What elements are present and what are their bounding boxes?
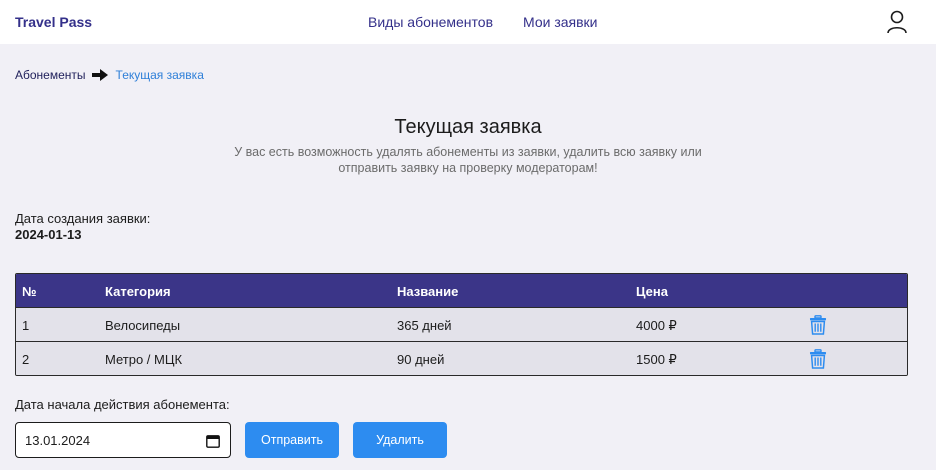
row-price: 4000 ₽ <box>636 318 677 333</box>
column-category: Категория <box>105 284 171 299</box>
table-header: № Категория Название Цена <box>16 274 907 307</box>
send-button[interactable]: Отправить <box>245 422 339 458</box>
start-date-label: Дата начала действия абонемента: <box>15 397 230 412</box>
row-name: 90 дней <box>397 352 445 367</box>
column-number: № <box>22 284 37 299</box>
table-row: 1 Велосипеды 365 дней 4000 ₽ <box>16 307 907 341</box>
start-date-input[interactable]: 13.01.2024 <box>15 422 231 458</box>
calendar-icon[interactable] <box>206 434 220 448</box>
creation-date-label: Дата создания заявки: <box>15 211 151 226</box>
top-navbar: Travel Pass Виды абонементов Мои заявки <box>0 0 936 44</box>
nav-my-requests[interactable]: Мои заявки <box>523 14 597 30</box>
arrow-right-icon <box>91 69 108 81</box>
column-name: Название <box>397 284 459 299</box>
trash-icon[interactable] <box>809 349 827 369</box>
table-row: 2 Метро / МЦК 90 дней 1500 ₽ <box>16 341 907 375</box>
row-number: 2 <box>22 352 30 367</box>
row-category: Метро / МЦК <box>105 352 183 367</box>
brand-logo[interactable]: Travel Pass <box>15 14 92 30</box>
user-profile-icon[interactable] <box>886 10 908 34</box>
start-date-value: 13.01.2024 <box>25 432 91 448</box>
trash-icon[interactable] <box>809 315 827 335</box>
creation-date-value: 2024-01-13 <box>15 227 82 242</box>
request-items-table: № Категория Название Цена 1 Велосипеды 3… <box>15 273 908 376</box>
delete-button[interactable]: Удалить <box>353 422 447 458</box>
breadcrumb-subscriptions[interactable]: Абонементы <box>15 68 86 82</box>
breadcrumb: Абонементы Текущая заявка <box>15 68 204 82</box>
breadcrumb-current-request[interactable]: Текущая заявка <box>116 68 204 82</box>
page-title: Текущая заявка <box>394 116 542 138</box>
column-price: Цена <box>636 284 668 299</box>
row-price: 1500 ₽ <box>636 352 677 367</box>
nav-subscription-types[interactable]: Виды абонементов <box>368 14 493 30</box>
row-category: Велосипеды <box>105 318 181 333</box>
page-subtitle: У вас есть возможность удалять абонемент… <box>234 145 702 175</box>
row-number: 1 <box>22 318 30 333</box>
row-name: 365 дней <box>397 318 452 333</box>
